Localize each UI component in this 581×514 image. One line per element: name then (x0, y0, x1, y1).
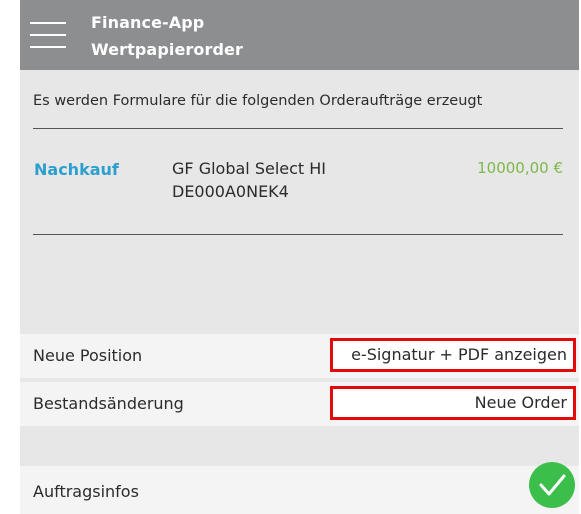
row-auftragsinfos[interactable]: Auftragsinfos (20, 462, 579, 514)
hamburger-line (30, 34, 66, 36)
security-isin: DE000A0NEK4 (172, 182, 289, 201)
intro-text: Es werden Formulare für die folgenden Or… (33, 93, 483, 109)
check-icon (529, 462, 575, 508)
row-label-auftragsinfos: Auftragsinfos (33, 482, 139, 501)
row-bestandsaenderung: Bestandsänderung Neue Order (20, 382, 579, 426)
divider (33, 128, 563, 129)
hamburger-line (30, 46, 66, 48)
order-amount: 10000,00 € (477, 159, 563, 177)
row-neue-position: Neue Position e-Signatur + PDF anzeigen (20, 334, 579, 378)
app-header: Finance-App Wertpapierorder (20, 0, 579, 70)
hamburger-line (30, 22, 66, 24)
divider (33, 234, 563, 235)
checkmark-glyph (539, 474, 566, 496)
app-name: Finance-App (91, 13, 205, 32)
security-name: GF Global Select HI (172, 159, 327, 178)
app-screen: Finance-App Wertpapierorder Es werden Fo… (20, 0, 579, 514)
row-label-neue-position: Neue Position (33, 346, 143, 365)
row-label-bestandsaenderung: Bestandsänderung (33, 394, 184, 413)
page-title: Wertpapierorder (91, 40, 243, 59)
hamburger-menu-icon[interactable] (30, 22, 66, 48)
order-summary: Es werden Formulare für die folgenden Or… (20, 70, 579, 325)
e-signature-pdf-button[interactable]: e-Signatur + PDF anzeigen (330, 338, 576, 372)
new-order-button[interactable]: Neue Order (330, 386, 576, 420)
order-type: Nachkauf (34, 160, 119, 179)
